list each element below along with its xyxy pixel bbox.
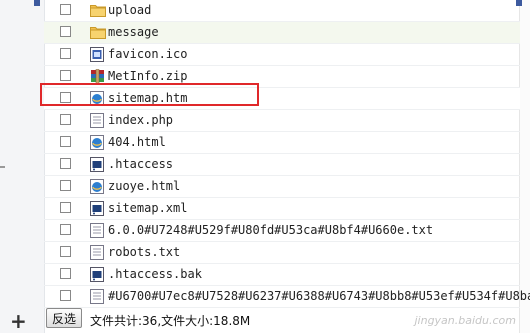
file-checkbox[interactable] (60, 290, 71, 301)
image-file-icon (90, 47, 104, 62)
file-checkbox[interactable] (60, 180, 71, 191)
file-name[interactable]: sitemap.htm (108, 91, 187, 106)
file-name[interactable]: 6.0.0#U7248#U529f#U80fd#U53ca#U8bf4#U660… (108, 223, 433, 238)
system-file-icon (90, 201, 104, 216)
file-checkbox[interactable] (60, 4, 71, 15)
system-file-icon (90, 267, 104, 282)
file-row[interactable]: upload (44, 0, 520, 22)
left-panel: + (0, 0, 45, 333)
file-row[interactable]: 404.html (44, 132, 520, 154)
file-name[interactable]: upload (108, 3, 151, 18)
file-checkbox[interactable] (60, 224, 71, 235)
file-name[interactable]: MetInfo.zip (108, 69, 187, 84)
file-row[interactable]: MetInfo.zip (44, 66, 520, 88)
invert-selection-button[interactable]: 反选 (46, 308, 82, 328)
file-name[interactable]: .htaccess.bak (108, 267, 202, 282)
file-checkbox[interactable] (60, 268, 71, 279)
system-file-icon (90, 157, 104, 172)
file-row[interactable]: sitemap.xml (44, 198, 520, 220)
text-file-icon (90, 289, 104, 304)
file-name[interactable]: favicon.ico (108, 47, 187, 62)
html-file-icon (90, 179, 104, 194)
file-checkbox[interactable] (60, 202, 71, 213)
file-row[interactable]: .htaccess (44, 154, 520, 176)
file-checkbox[interactable] (60, 246, 71, 257)
file-checkbox[interactable] (60, 114, 71, 125)
file-summary: 文件共计:36,文件大小:18.8M (90, 314, 251, 328)
file-row[interactable]: message (44, 22, 520, 44)
file-checkbox[interactable] (60, 136, 71, 147)
file-row[interactable]: 6.0.0#U7248#U529f#U80fd#U53ca#U8bf4#U660… (44, 220, 520, 242)
html-file-icon (90, 91, 104, 106)
folder-icon (90, 25, 106, 40)
file-name[interactable]: zuoye.html (108, 179, 180, 194)
file-name[interactable]: index.php (108, 113, 173, 128)
file-list: upload message favicon.ico MetInfo.zip sitem… (44, 0, 530, 308)
file-row[interactable]: #U6700#U7ec8#U7528#U6237#U6388#U6743#U8b… (44, 286, 530, 308)
file-name[interactable]: 404.html (108, 135, 166, 150)
file-row[interactable]: sitemap.htm (44, 88, 520, 110)
file-name[interactable]: sitemap.xml (108, 201, 187, 216)
file-row[interactable]: favicon.ico (44, 44, 520, 66)
file-row[interactable]: .htaccess.bak (44, 264, 520, 286)
file-name[interactable]: .htaccess (108, 157, 173, 172)
file-checkbox[interactable] (60, 92, 71, 103)
file-checkbox[interactable] (60, 48, 71, 59)
panel-edge-marker (0, 166, 5, 168)
file-row[interactable]: zuoye.html (44, 176, 520, 198)
expand-plus-icon[interactable]: + (10, 311, 27, 331)
file-name[interactable]: message (108, 25, 159, 40)
file-row[interactable]: robots.txt (44, 242, 520, 264)
text-file-icon (90, 245, 104, 260)
file-checkbox[interactable] (60, 70, 71, 81)
folder-icon (90, 3, 106, 18)
text-file-icon (90, 113, 104, 128)
file-row[interactable]: index.php (44, 110, 520, 132)
html-file-icon (90, 135, 104, 150)
right-panel-edge (516, 0, 530, 333)
file-name[interactable]: robots.txt (108, 245, 180, 260)
archive-icon (90, 69, 104, 84)
file-name[interactable]: #U6700#U7ec8#U7528#U6237#U6388#U6743#U8b… (108, 289, 530, 304)
file-checkbox[interactable] (60, 26, 71, 37)
text-file-icon (90, 223, 104, 238)
file-checkbox[interactable] (60, 158, 71, 169)
panel-resize-handle[interactable] (34, 0, 40, 6)
watermark: jingyan.baidu.com (414, 314, 516, 327)
